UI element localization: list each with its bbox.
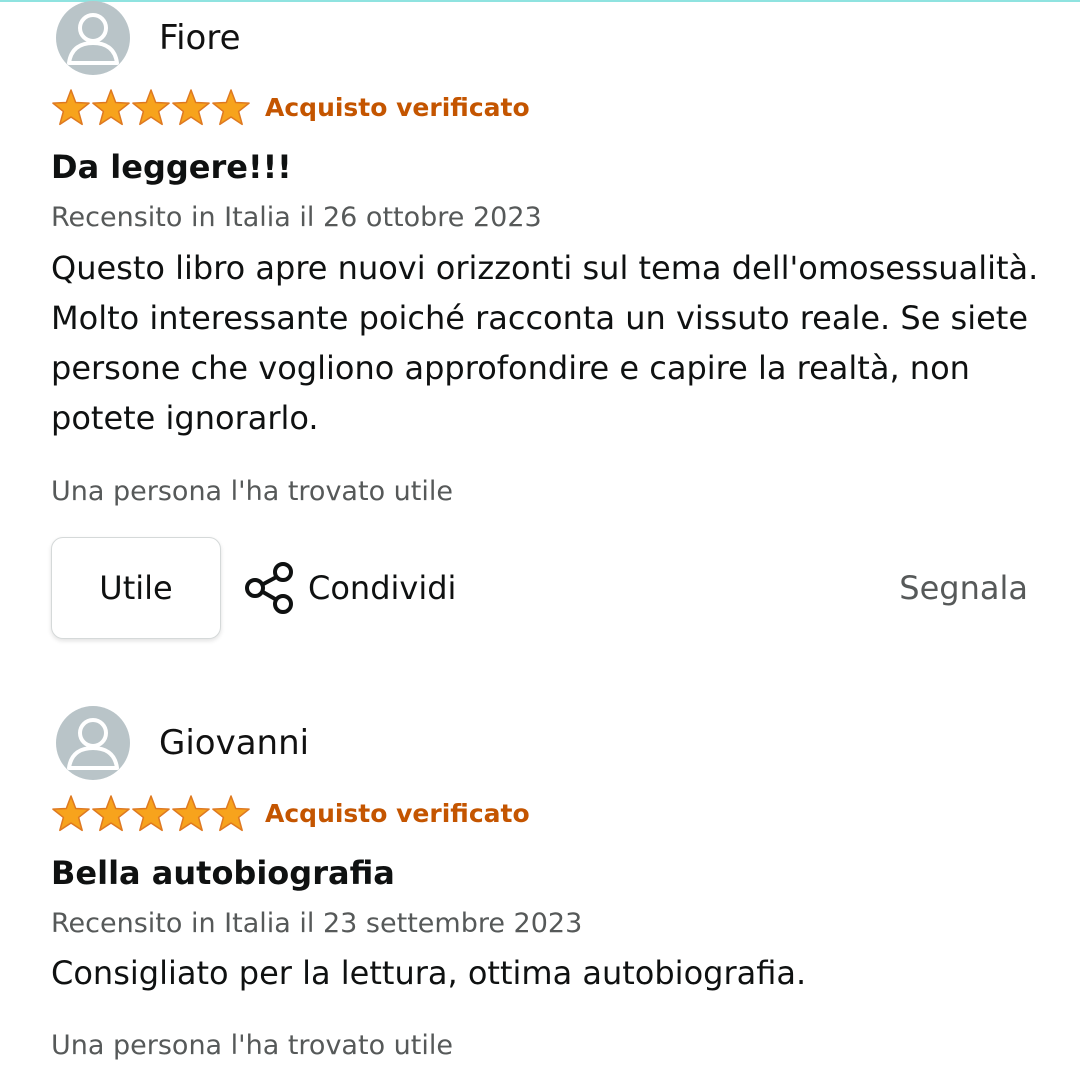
reviewer-name[interactable]: Giovanni bbox=[159, 723, 309, 763]
star-icon bbox=[212, 89, 250, 126]
share-button[interactable]: Condividi bbox=[242, 558, 456, 618]
star-icon bbox=[132, 795, 170, 832]
star-icon bbox=[212, 795, 250, 832]
helpful-count: Una persona l'ha trovato utile bbox=[51, 1030, 453, 1061]
verified-purchase-badge: Acquisto verificato bbox=[265, 93, 530, 122]
review-date: Recensito in Italia il 23 settembre 2023 bbox=[51, 908, 583, 939]
star-rating bbox=[52, 795, 250, 832]
reviewer-avatar[interactable] bbox=[56, 1, 130, 75]
review-title: Bella autobiografia bbox=[51, 854, 395, 892]
star-icon bbox=[172, 89, 210, 126]
review-body: Questo libro apre nuovi orizzonti sul te… bbox=[51, 249, 1039, 437]
top-accent-line bbox=[0, 0, 1080, 2]
review-date: Recensito in Italia il 26 ottobre 2023 bbox=[51, 202, 542, 233]
star-icon bbox=[92, 89, 130, 126]
helpful-count: Una persona l'ha trovato utile bbox=[51, 476, 453, 507]
person-icon bbox=[67, 718, 119, 770]
star-rating bbox=[52, 89, 250, 126]
share-label: Condividi bbox=[308, 569, 457, 607]
share-icon bbox=[245, 562, 293, 614]
helpful-button[interactable]: Utile bbox=[51, 537, 221, 639]
review-body: Consigliato per la lettura, ottima autob… bbox=[51, 954, 807, 992]
star-icon bbox=[92, 795, 130, 832]
report-link[interactable]: Segnala bbox=[899, 568, 1028, 608]
verified-purchase-badge: Acquisto verificato bbox=[265, 799, 530, 828]
reviewer-avatar[interactable] bbox=[56, 706, 130, 780]
star-icon bbox=[132, 89, 170, 126]
star-icon bbox=[172, 795, 210, 832]
star-icon bbox=[52, 89, 90, 126]
person-icon bbox=[67, 13, 119, 65]
reviewer-name[interactable]: Fiore bbox=[159, 18, 240, 58]
review-title: Da leggere!!! bbox=[51, 148, 292, 186]
reviews-page: Fiore Acquisto verificato Da leggere!!! … bbox=[0, 0, 1080, 1080]
star-icon bbox=[52, 795, 90, 832]
